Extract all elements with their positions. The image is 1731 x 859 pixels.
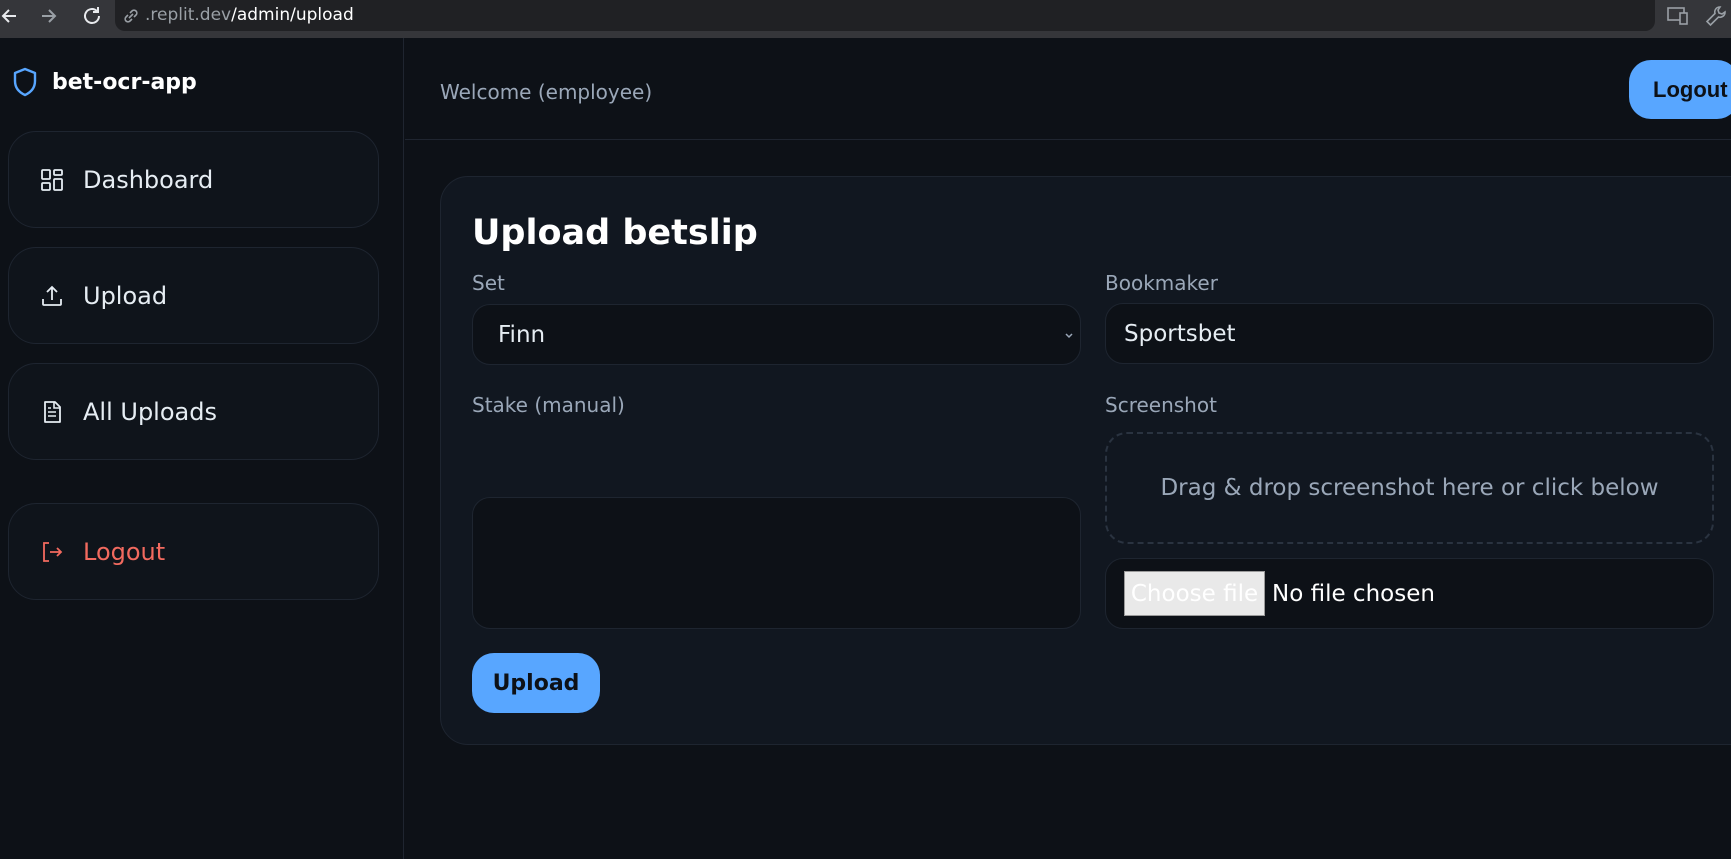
sidebar-item-label: Dashboard xyxy=(83,165,214,194)
brand[interactable]: bet-ocr-app xyxy=(12,67,197,97)
screenshot-dropzone[interactable]: Drag & drop screenshot here or click bel… xyxy=(1105,432,1714,544)
dashboard-icon xyxy=(39,167,65,193)
set-label: Set xyxy=(472,271,505,295)
logout-icon xyxy=(39,539,65,565)
document-icon xyxy=(39,399,65,425)
reload-icon[interactable] xyxy=(78,2,106,30)
sidebar-item-logout[interactable]: Logout xyxy=(8,503,379,600)
stake-label: Stake (manual) xyxy=(472,393,625,417)
topbar: Welcome (employee) Logout xyxy=(405,38,1731,140)
choose-file-button[interactable]: Choose file xyxy=(1124,571,1265,616)
upload-card: Upload betslip Set Finn Bookmaker Sports… xyxy=(440,176,1731,745)
set-select[interactable]: Finn xyxy=(472,304,1081,365)
device-toolbar-icon[interactable] xyxy=(1665,3,1691,29)
sidebar-item-upload[interactable]: Upload xyxy=(8,247,379,344)
sidebar-item-label: Upload xyxy=(83,281,168,310)
sidebar: bet-ocr-app Dashboard Upload All Uploads… xyxy=(0,38,404,859)
sidebar-item-all-uploads[interactable]: All Uploads xyxy=(8,363,379,460)
sidebar-item-label: Logout xyxy=(83,537,166,566)
url-domain: .replit.dev xyxy=(145,5,232,25)
page-title: Upload betslip xyxy=(472,213,758,253)
sidebar-item-label: All Uploads xyxy=(83,397,217,426)
stake-textarea[interactable] xyxy=(472,497,1081,629)
shield-icon xyxy=(13,67,37,97)
url-path: /admin/upload xyxy=(231,5,354,25)
forward-icon[interactable] xyxy=(34,2,62,30)
bookmaker-input[interactable]: Sportsbet xyxy=(1105,303,1714,364)
file-input: Choose file No file chosen xyxy=(1105,558,1714,629)
sidebar-item-dashboard[interactable]: Dashboard xyxy=(8,131,379,228)
file-status-text: No file chosen xyxy=(1272,580,1435,607)
wrench-icon[interactable] xyxy=(1703,3,1729,29)
chevron-down-icon xyxy=(1065,333,1073,339)
welcome-text: Welcome (employee) xyxy=(440,80,653,104)
upload-icon xyxy=(39,283,65,309)
address-bar[interactable]: .replit.dev/admin/upload xyxy=(115,0,1655,31)
browser-toolbar: .replit.dev/admin/upload xyxy=(0,0,1731,38)
set-select-value: Finn xyxy=(498,321,546,348)
brand-name: bet-ocr-app xyxy=(52,69,197,95)
screenshot-label: Screenshot xyxy=(1105,393,1217,417)
bookmaker-label: Bookmaker xyxy=(1105,271,1218,295)
link-icon xyxy=(124,9,138,23)
back-icon[interactable] xyxy=(0,2,24,30)
logout-button[interactable]: Logout xyxy=(1629,60,1731,119)
upload-button[interactable]: Upload xyxy=(472,653,600,713)
